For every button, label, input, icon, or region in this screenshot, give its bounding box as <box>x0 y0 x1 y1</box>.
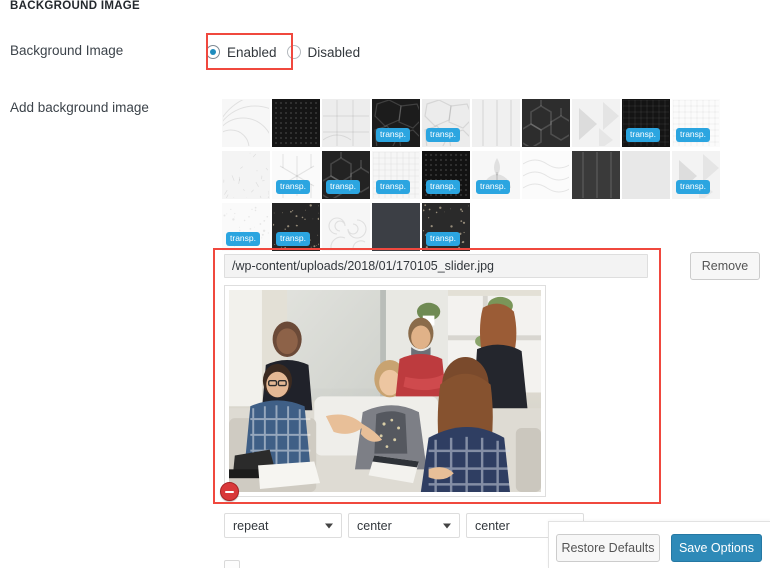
thumbnail-pattern-20[interactable]: transp. <box>672 151 720 199</box>
remove-image-badge-icon[interactable] <box>220 482 239 501</box>
transparent-badge: transp. <box>676 180 710 194</box>
thumbnail-pattern-icon <box>523 152 570 199</box>
thumbnail-pattern-22[interactable]: transp. <box>272 203 320 251</box>
background-image-label: Background Image <box>10 43 123 58</box>
select-background-repeat[interactable]: repeat <box>224 513 342 538</box>
thumbnail-pattern-23[interactable] <box>322 203 370 251</box>
chevron-down-icon <box>325 523 333 528</box>
thumbnail-pattern-24[interactable] <box>372 203 420 251</box>
transparent-badge: transp. <box>476 180 510 194</box>
thumbnail-pattern-icon <box>323 204 370 251</box>
transparent-badge: transp. <box>426 180 460 194</box>
background-image-settings-panel: BACKGROUND IMAGE Background Image Add ba… <box>0 0 770 568</box>
radio-enabled-icon[interactable] <box>206 45 220 59</box>
thumbnail-row: transp. transp. transp. transp. transp. tr… <box>222 151 722 203</box>
thumbnail-pattern-icon <box>273 100 320 147</box>
transparent-badge: transp. <box>376 180 410 194</box>
thumbnail-pattern-04[interactable]: transp. <box>372 99 420 147</box>
thumbnail-pattern-09[interactable]: transp. <box>622 99 670 147</box>
thumbnail-row: transp. transp. transp. transp. <box>222 99 722 151</box>
radio-disabled-icon[interactable] <box>287 45 301 59</box>
transparent-badge: transp. <box>326 180 360 194</box>
thumbnail-pattern-icon <box>373 204 420 251</box>
pattern-thumbnail-grid[interactable]: transp. transp. transp. transp. transp. <box>222 99 722 255</box>
thumbnail-pattern-21[interactable]: transp. <box>222 203 270 251</box>
image-preview-photo <box>229 290 541 492</box>
radio-disabled-label: Disabled <box>308 45 361 60</box>
thumbnail-pattern-icon <box>523 100 570 147</box>
restore-defaults-button[interactable]: Restore Defaults <box>556 534 660 562</box>
thumbnail-pattern-18[interactable] <box>572 151 620 199</box>
thumbnail-pattern-25[interactable]: transp. <box>422 203 470 251</box>
thumbnail-pattern-icon <box>323 100 370 147</box>
thumbnail-pattern-02[interactable] <box>272 99 320 147</box>
select-background-position-y-value: center <box>475 519 510 533</box>
image-path-input[interactable]: /wp-content/uploads/2018/01/170105_slide… <box>224 254 648 278</box>
transparent-badge: transp. <box>426 232 460 246</box>
office-meeting-photo <box>229 290 541 492</box>
thumbnail-pattern-11[interactable] <box>222 151 270 199</box>
thumbnail-pattern-17[interactable] <box>522 151 570 199</box>
thumbnail-pattern-12[interactable]: transp. <box>272 151 320 199</box>
section-title: BACKGROUND IMAGE <box>10 0 140 12</box>
chevron-down-icon <box>443 523 451 528</box>
thumbnail-pattern-19[interactable] <box>622 151 670 199</box>
thumbnail-pattern-icon <box>473 100 520 147</box>
radio-option-disabled[interactable]: Disabled <box>287 40 361 64</box>
radio-option-enabled[interactable]: Enabled <box>206 40 277 64</box>
remove-button[interactable]: Remove <box>690 252 760 280</box>
select-background-position-x-value: center <box>357 519 392 533</box>
transparent-badge: transp. <box>376 128 410 142</box>
thumbnail-pattern-03[interactable] <box>322 99 370 147</box>
thumbnail-pattern-10[interactable]: transp. <box>672 99 720 147</box>
add-background-image-label: Add background image <box>10 100 149 115</box>
thumbnail-pattern-16[interactable]: transp. <box>472 151 520 199</box>
thumbnail-pattern-icon <box>573 152 620 199</box>
image-preview-frame[interactable] <box>224 285 546 497</box>
thumbnail-row: transp. transp. transp. <box>222 203 722 255</box>
select-background-position-x[interactable]: center <box>348 513 460 538</box>
thumbnail-pattern-14[interactable]: transp. <box>372 151 420 199</box>
radio-enabled-label: Enabled <box>227 45 277 60</box>
thumbnail-pattern-icon <box>573 100 620 147</box>
thumbnail-pattern-08[interactable] <box>572 99 620 147</box>
thumbnail-pattern-06[interactable] <box>472 99 520 147</box>
transparent-badge: transp. <box>276 232 310 246</box>
save-options-button[interactable]: Save Options <box>671 534 762 562</box>
thumbnail-pattern-15[interactable]: transp. <box>422 151 470 199</box>
thumbnail-pattern-07[interactable] <box>522 99 570 147</box>
thumbnail-pattern-01[interactable] <box>222 99 270 147</box>
thumbnail-pattern-05[interactable]: transp. <box>422 99 470 147</box>
transparent-badge: transp. <box>426 128 460 142</box>
transparent-badge: transp. <box>626 128 660 142</box>
transparent-badge: transp. <box>676 128 710 142</box>
thumbnail-pattern-13[interactable]: transp. <box>322 151 370 199</box>
select-background-repeat-value: repeat <box>233 519 268 533</box>
thumbnail-pattern-icon <box>223 152 270 199</box>
transparent-badge: transp. <box>226 232 260 246</box>
background-attachment-checkbox[interactable] <box>224 560 240 568</box>
thumbnail-pattern-icon <box>223 100 270 147</box>
background-image-radio-group: Enabled Disabled <box>206 40 360 64</box>
thumbnail-pattern-icon <box>623 152 670 199</box>
transparent-badge: transp. <box>276 180 310 194</box>
